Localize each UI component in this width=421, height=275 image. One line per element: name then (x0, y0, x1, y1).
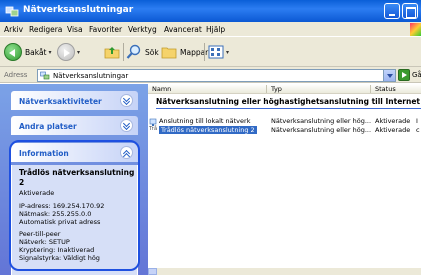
address-label: Adress (4, 71, 28, 79)
toolbar: Bakåt ▾ ▾ Sök Mappar ▾ (0, 37, 421, 67)
connection-status: Aktiverade (375, 126, 411, 134)
connection-status: Aktiverade (375, 117, 411, 125)
connection-extra: I (416, 117, 418, 125)
go-button[interactable] (398, 69, 410, 81)
column-header-status[interactable]: Status (375, 85, 396, 93)
views-icon (208, 45, 224, 59)
menu-item-visa[interactable]: Visa (67, 25, 83, 34)
network-tasks-title: Nätverksaktiviteter (19, 97, 102, 106)
horizontal-scrollbar[interactable] (148, 268, 421, 275)
network-connections-icon (5, 6, 19, 17)
up-folder-icon (104, 47, 120, 59)
connection-name: Anslutning till lokalt nätverk (159, 117, 251, 125)
connection-prefix: Trå (149, 126, 158, 132)
connection-type: Nätverksanslutning eller hög... (271, 117, 372, 125)
column-divider[interactable] (266, 85, 267, 93)
list-item[interactable]: Trå Trådlös nätverksanslutning 2 Nätverk… (148, 126, 421, 136)
connection-type: Nätverksanslutning eller hög... (271, 126, 372, 134)
title-bar: Nätverksanslutningar (0, 0, 421, 22)
address-input[interactable]: Nätverksanslutningar (37, 69, 384, 82)
forward-button[interactable]: ▾ (57, 42, 80, 62)
search-icon (126, 44, 141, 59)
back-label: Bakåt (25, 47, 47, 57)
highlight-annotation (9, 140, 140, 271)
scroll-left-button[interactable] (148, 268, 157, 275)
address-value: Nätverksanslutningar (53, 72, 129, 80)
maximize-button[interactable] (402, 3, 418, 19)
menu-item-hjalp[interactable]: Hjälp (206, 25, 225, 34)
column-header-name[interactable]: Namn (152, 85, 171, 93)
views-button[interactable]: ▾ (208, 42, 229, 62)
search-button[interactable]: Sök (126, 42, 159, 62)
back-arrow-icon (4, 43, 22, 61)
network-connections-icon (40, 71, 50, 80)
column-header-bar: Namn Typ Status (148, 84, 421, 94)
windows-logo-icon (410, 23, 421, 36)
minimize-button[interactable] (384, 3, 400, 19)
connection-name: Trådlös nätverksanslutning 2 (159, 126, 257, 134)
other-places-panel-header[interactable]: Andra platser (11, 116, 138, 135)
menu-item-favoriter[interactable]: Favoriter (89, 25, 122, 34)
menu-item-avancerat[interactable]: Avancerat (164, 25, 202, 34)
search-label: Sök (145, 47, 159, 57)
go-label[interactable]: Gå (412, 71, 421, 79)
toolbar-separator (123, 43, 124, 61)
window-title: Nätverksanslutningar (23, 5, 134, 15)
connection-extra: c (416, 126, 420, 134)
menu-bar: Arkiv Redigera Visa Favoriter Verktyg Av… (0, 22, 421, 37)
connections-list: Namn Typ Status Nätverksanslutning eller… (148, 84, 421, 275)
back-button[interactable]: Bakåt ▾ (4, 42, 52, 62)
column-divider[interactable] (370, 85, 371, 93)
folders-button[interactable]: Mappar (161, 42, 208, 62)
toolbar-separator (204, 43, 205, 61)
menu-item-verktyg[interactable]: Verktyg (128, 25, 157, 34)
other-places-title: Andra platser (19, 122, 77, 131)
address-dropdown-button[interactable] (383, 69, 396, 82)
group-divider (156, 108, 421, 109)
menu-item-redigera[interactable]: Redigera (29, 25, 62, 34)
folders-icon (161, 47, 177, 59)
expand-chevron-icon[interactable] (120, 119, 133, 132)
group-header: Nätverksanslutning eller höghastighetsan… (156, 97, 420, 106)
column-header-type[interactable]: Typ (271, 85, 282, 93)
menu-item-arkiv[interactable]: Arkiv (4, 25, 23, 34)
up-folder-button[interactable] (104, 42, 120, 62)
expand-chevron-icon[interactable] (120, 94, 133, 107)
chevron-down-icon: ▾ (226, 48, 230, 56)
network-tasks-panel-header[interactable]: Nätverksaktiviteter (11, 91, 138, 110)
address-bar: Adress Nätverksanslutningar Gå (0, 67, 421, 83)
chevron-down-icon: ▾ (77, 48, 81, 56)
forward-arrow-icon (57, 43, 75, 61)
chevron-down-icon: ▾ (48, 48, 52, 56)
